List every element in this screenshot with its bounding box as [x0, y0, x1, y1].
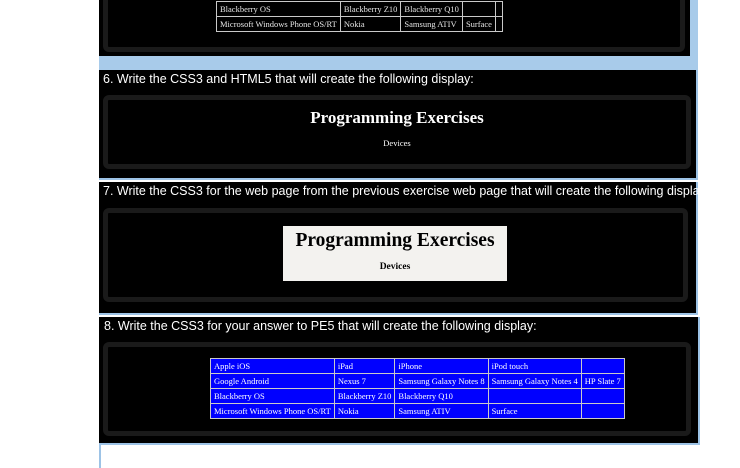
exercise-7-frame: 7. Write the CSS3 for the web page from …: [99, 182, 709, 315]
table-cell: [580, 388, 625, 404]
devices-table-blue: Apple iOS iPad iPhone iPod touch Google Andr…: [210, 358, 625, 419]
table-row: Google Android Nexus 7 Samsung Galaxy Note…: [210, 373, 625, 389]
table-cell: Nokia: [333, 403, 396, 419]
table-cell: [494, 16, 503, 32]
table-cell: Samsung ATIV: [394, 403, 489, 419]
ex6-heading: Programming Exercises: [310, 108, 484, 127]
bottom-frame-edge: [99, 445, 101, 468]
table-cell: Surface: [487, 403, 582, 419]
table-cell: Nokia: [339, 16, 402, 32]
table-cell: Nexus 7: [333, 373, 396, 389]
table-cell: Blackberry Q10: [394, 388, 489, 404]
exercise-8-frame: 8. Write the CSS3 for your answer to PE5…: [99, 317, 700, 445]
table-cell: Blackberry Z10: [333, 388, 396, 404]
exercise-6-question: 6. Write the CSS3 and HTML5 that will cr…: [103, 72, 474, 86]
ex7-heading-box: Programming Exercises Devices: [283, 226, 507, 281]
exercise-5-frame: Blackberry OS Blackberry Z10 Blackberry Q1…: [99, 0, 698, 70]
table-cell: iPad: [333, 358, 396, 374]
table-cell: Google Android: [210, 373, 335, 389]
table-cell: Samsung Galaxy Notes 4: [487, 373, 582, 389]
table-cell: [461, 1, 496, 17]
exercise-7-display: Programming Exercises Devices: [103, 208, 688, 302]
ex7-subheading: Devices: [379, 262, 411, 272]
table-row: Apple iOS iPad iPhone iPod touch: [210, 358, 625, 374]
table-cell: Samsung ATIV: [400, 16, 463, 32]
table-cell: Blackberry Z10: [339, 1, 402, 17]
table-cell: Apple iOS: [210, 358, 335, 374]
exercise-6-display: Programming Exercises Devices: [103, 95, 691, 169]
table-cell: Blackberry Q10: [400, 1, 463, 17]
exercise-5-display: Blackberry OS Blackberry Z10 Blackberry Q1…: [103, 0, 685, 52]
table-cell: [494, 1, 503, 17]
table-cell: iPhone: [394, 358, 489, 374]
ex7-heading: Programming Exercises: [295, 230, 495, 251]
table-cell: Samsung Galaxy Notes 8: [394, 373, 489, 389]
table-cell: iPod touch: [487, 358, 582, 374]
exercise-7-question: 7. Write the CSS3 for the web page from …: [103, 184, 710, 198]
table-cell: Microsoft Windows Phone OS/RT: [210, 403, 335, 419]
table-cell: Surface: [461, 16, 496, 32]
table-row: Blackberry OS Blackberry Z10 Blackberry Q1…: [216, 1, 503, 17]
table-cell: [580, 358, 625, 374]
exercise-8-question: 8. Write the CSS3 for your answer to PE5…: [104, 319, 537, 333]
exercise-8-display: Apple iOS iPad iPhone iPod touch Google Andr…: [103, 342, 691, 436]
table-cell: Microsoft Windows Phone OS/RT: [216, 16, 341, 32]
table-cell: [487, 388, 582, 404]
table-row: Microsoft Windows Phone OS/RT Nokia Samsun…: [216, 16, 503, 32]
devices-table-black: Blackberry OS Blackberry Z10 Blackberry Q1…: [216, 1, 503, 32]
ex6-subheading: Devices: [383, 138, 411, 148]
exercise-6-frame: 6. Write the CSS3 and HTML5 that will cr…: [99, 70, 698, 180]
table-row: Microsoft Windows Phone OS/RT Nokia Samsun…: [210, 403, 625, 419]
table-cell: [580, 403, 625, 419]
table-cell: HP Slate 7: [580, 373, 625, 389]
table-cell: Blackberry OS: [210, 388, 335, 404]
table-row: Blackberry OS Blackberry Z10 Blackberry Q1…: [210, 388, 625, 404]
table-cell: Blackberry OS: [216, 1, 341, 17]
